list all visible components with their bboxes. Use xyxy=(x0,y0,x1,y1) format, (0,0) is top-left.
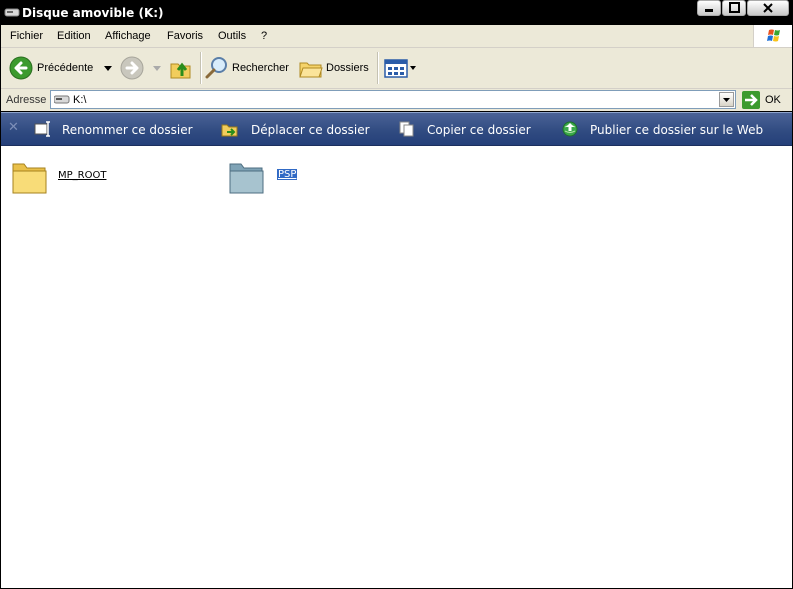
close-button[interactable] xyxy=(747,0,789,16)
minimize-button[interactable] xyxy=(697,0,721,16)
go-button[interactable]: OK xyxy=(765,94,781,106)
menu-favoris[interactable]: Favoris xyxy=(167,30,203,42)
close-tasks-icon[interactable]: ✕ xyxy=(8,119,19,135)
folder-up-icon xyxy=(170,62,191,79)
back-dropdown-icon[interactable] xyxy=(104,66,112,72)
search-icon xyxy=(205,57,227,79)
window-title: Disque amovible (K:) xyxy=(22,6,164,20)
copy-icon xyxy=(399,121,414,137)
folders-label: Dossiers xyxy=(326,62,369,74)
go-arrow-icon[interactable] xyxy=(742,91,760,109)
back-button[interactable]: Précédente xyxy=(9,52,113,84)
toolbar-separator xyxy=(200,52,202,84)
up-folder-button[interactable] xyxy=(169,52,195,84)
address-dropdown-button[interactable] xyxy=(719,92,734,107)
explorer-window: Disque amovible (K:) Fichier Edition Aff… xyxy=(0,0,793,589)
menu-outils[interactable]: Outils xyxy=(218,30,246,42)
close-icon xyxy=(763,3,773,13)
move-folder-label: Déplacer ce dossier xyxy=(251,123,370,137)
forward-button[interactable] xyxy=(120,52,164,84)
views-button[interactable] xyxy=(384,52,418,84)
address-label: Adresse xyxy=(6,94,47,106)
maximize-button[interactable] xyxy=(722,0,746,16)
publish-folder-label: Publier ce dossier sur le Web xyxy=(590,123,764,137)
copy-folder-task[interactable]: Copier ce dossier xyxy=(398,120,538,138)
publish-folder-task[interactable]: Publier ce dossier sur le Web xyxy=(562,120,764,138)
drive-icon xyxy=(54,95,70,104)
move-folder-task[interactable]: Déplacer ce dossier xyxy=(221,120,371,138)
folder-name: MP_ROOT xyxy=(58,170,107,181)
menu-edition[interactable]: Edition xyxy=(57,30,91,42)
back-arrow-icon xyxy=(9,56,33,80)
address-field[interactable]: K:\ xyxy=(50,90,736,109)
folder-tasks-bar: ✕ Renommer ce dossier Déplacer ce dossie… xyxy=(1,112,792,147)
windows-flag-icon xyxy=(767,29,780,42)
rename-folder-task[interactable]: Renommer ce dossier xyxy=(33,120,193,138)
folder-item-psp[interactable]: PSP xyxy=(228,158,328,198)
copy-folder-label: Copier ce dossier xyxy=(427,123,531,137)
menu-affichage[interactable]: Affichage xyxy=(105,30,151,42)
title-bar[interactable]: Disque amovible (K:) xyxy=(0,0,793,25)
drive-icon xyxy=(4,8,20,17)
folders-button[interactable]: Dossiers xyxy=(299,52,371,84)
file-list-view[interactable]: MP_ROOT PSP xyxy=(1,146,792,588)
move-folder-icon xyxy=(221,124,238,137)
minimize-icon xyxy=(705,9,713,12)
address-value: K:\ xyxy=(73,94,87,106)
folder-icon xyxy=(12,163,47,194)
forward-dropdown-icon[interactable] xyxy=(153,66,161,72)
standard-toolbar: Précédente Rechercher Dossiers xyxy=(1,48,792,89)
menu-fichier[interactable]: Fichier xyxy=(10,30,43,42)
folder-name: PSP xyxy=(277,169,298,180)
rename-icon xyxy=(34,121,50,137)
forward-arrow-icon xyxy=(120,56,144,80)
chevron-down-icon xyxy=(723,98,730,102)
windows-logo xyxy=(753,25,792,47)
search-label: Rechercher xyxy=(232,62,289,74)
folder-selected-icon xyxy=(229,163,264,194)
folders-icon xyxy=(299,62,323,78)
menu-help[interactable]: ? xyxy=(261,30,267,42)
views-icon xyxy=(384,59,408,78)
menu-bar: Fichier Edition Affichage Favoris Outils… xyxy=(1,25,792,48)
globe-publish-icon xyxy=(562,121,578,137)
rename-folder-label: Renommer ce dossier xyxy=(62,123,193,137)
folder-item-mp-root[interactable]: MP_ROOT xyxy=(11,158,121,198)
maximize-icon xyxy=(729,2,740,13)
search-button[interactable]: Rechercher xyxy=(205,52,293,84)
back-label: Précédente xyxy=(37,62,94,74)
toolbar-separator xyxy=(377,52,379,84)
address-bar: Adresse K:\ OK xyxy=(1,89,792,111)
views-dropdown-icon xyxy=(410,66,416,70)
